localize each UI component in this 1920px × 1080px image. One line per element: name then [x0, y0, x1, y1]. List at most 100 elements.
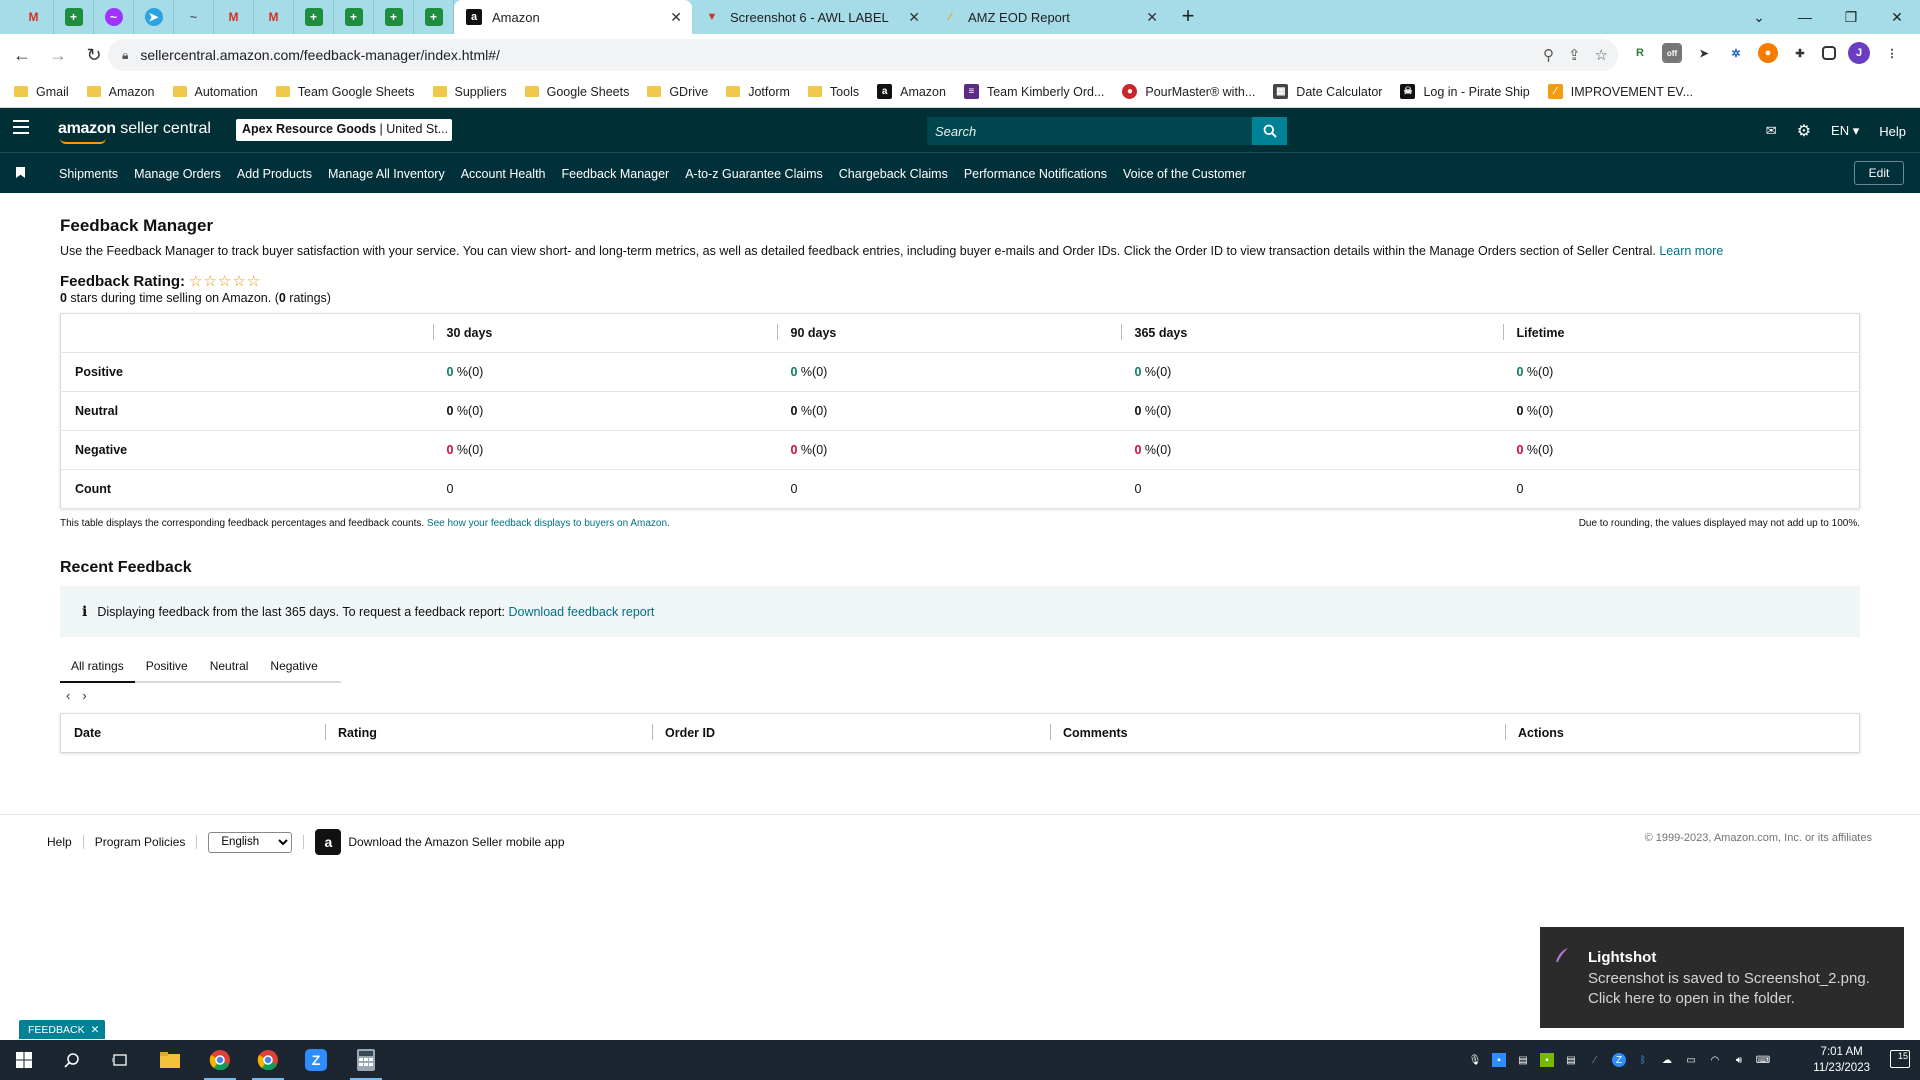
nav-a-to-z-claims[interactable]: A-to-z Guarantee Claims	[685, 167, 823, 181]
seller-central-logo[interactable]: amazon seller central	[58, 120, 211, 144]
pinned-tab-messenger[interactable]: ~	[94, 0, 134, 34]
bookmark-date-calculator[interactable]: ▦ Date Calculator	[1273, 84, 1382, 99]
task-view-icon[interactable]	[96, 1040, 144, 1080]
pinned-tab-sheets-3[interactable]: +	[334, 0, 374, 34]
language-select[interactable]: English	[208, 831, 293, 853]
nvidia-icon[interactable]: ▪	[1540, 1053, 1554, 1067]
bookmark-tools[interactable]: Tools	[807, 85, 859, 99]
tab-negative[interactable]: Negative	[259, 652, 328, 681]
nav-account-health[interactable]: Account Health	[461, 167, 546, 181]
mail-icon[interactable]: ✉	[1766, 123, 1777, 139]
share-icon[interactable]: ⇪	[1568, 46, 1581, 64]
extension-keepa-icon[interactable]: R	[1630, 43, 1650, 63]
bookmark-amazon-site[interactable]: a Amazon	[877, 84, 946, 99]
restore-icon[interactable]: ❐	[1828, 0, 1874, 34]
extension-blue-icon[interactable]: ✲	[1726, 43, 1746, 63]
keyboard-icon[interactable]: ⌨	[1756, 1053, 1770, 1067]
star-icon[interactable]: ☆	[1595, 46, 1608, 64]
tab-positive[interactable]: Positive	[135, 652, 199, 681]
pinned-tab-generic[interactable]: ~	[174, 0, 214, 34]
tray-app-icon[interactable]: ▤	[1516, 1053, 1530, 1067]
pinned-tab-telegram[interactable]: ➤	[134, 0, 174, 34]
column-rating[interactable]: Rating	[325, 724, 652, 740]
nav-feedback-manager[interactable]: Feedback Manager	[562, 167, 670, 181]
tab-eod-report[interactable]: ⁄ AMZ EOD Report ✕	[930, 0, 1168, 34]
close-icon[interactable]: ✕	[670, 9, 682, 26]
close-window-icon[interactable]: ✕	[1874, 0, 1920, 34]
windows-start-icon[interactable]	[0, 1040, 48, 1080]
nav-chargeback-claims[interactable]: Chargeback Claims	[839, 167, 948, 181]
account-switcher[interactable]: Apex Resource Goods | United St...	[236, 119, 452, 141]
bookmark-amazon-folder[interactable]: Amazon	[86, 85, 155, 99]
column-date[interactable]: Date	[61, 726, 325, 740]
extension-cursor-icon[interactable]: ➤	[1694, 43, 1714, 63]
wifi-icon[interactable]: ◠	[1708, 1053, 1722, 1067]
column-comments[interactable]: Comments	[1050, 724, 1505, 740]
bookmark-pourmaster[interactable]: ● PourMaster® with...	[1122, 84, 1255, 99]
zoom-tray-icon[interactable]: Z	[1612, 1053, 1626, 1067]
extension-off-icon[interactable]: off	[1662, 43, 1682, 63]
extension-orange-icon[interactable]: ●	[1758, 43, 1778, 63]
bookmark-improvement[interactable]: ⁄ IMPROVEMENT EV...	[1547, 84, 1693, 99]
column-actions[interactable]: Actions	[1505, 724, 1805, 740]
program-policies-link[interactable]: Program Policies	[95, 835, 186, 849]
profile-avatar[interactable]: J	[1848, 42, 1870, 64]
language-selector[interactable]: EN ▾	[1831, 123, 1859, 139]
pinned-tab-sheets-4[interactable]: +	[374, 0, 414, 34]
chevron-right-icon[interactable]: ›	[82, 688, 86, 703]
help-link[interactable]: Help	[1879, 124, 1906, 139]
nav-manage-orders[interactable]: Manage Orders	[134, 167, 221, 181]
tab-search-icon[interactable]: ⌄	[1736, 0, 1782, 34]
extensions-puzzle-icon[interactable]: ✚	[1790, 43, 1810, 63]
pinned-tab-gmail-3[interactable]: M	[254, 0, 294, 34]
column-order-id[interactable]: Order ID	[652, 724, 1050, 740]
bookmark-pirate-ship[interactable]: ☠ Log in - Pirate Ship	[1400, 84, 1530, 99]
tab-amazon[interactable]: a Amazon ✕	[454, 0, 692, 34]
lightshot-tray-icon[interactable]: ⁄	[1588, 1053, 1602, 1067]
edit-nav-button[interactable]: Edit	[1854, 161, 1904, 185]
footer-help-link[interactable]: Help	[47, 835, 72, 849]
nav-performance-notifications[interactable]: Performance Notifications	[964, 167, 1107, 181]
chevron-left-icon[interactable]: ‹	[66, 688, 70, 703]
hamburger-menu-icon[interactable]	[13, 120, 29, 134]
file-explorer-icon[interactable]	[146, 1040, 194, 1080]
bookmark-jotform[interactable]: Jotform	[726, 85, 790, 99]
tray-app-icon[interactable]: ▤	[1564, 1053, 1578, 1067]
bookmark-icon[interactable]	[16, 167, 25, 178]
nav-shipments[interactable]: Shipments	[59, 167, 118, 181]
tab-all-ratings[interactable]: All ratings	[60, 652, 135, 683]
feedback-widget-button[interactable]: FEEDBACK ✕	[19, 1020, 106, 1039]
lightshot-notification[interactable]: Lightshot Screenshot is saved to Screens…	[1540, 927, 1904, 1028]
sidepanel-icon[interactable]	[1822, 46, 1836, 60]
chrome-profile-taskbar-icon[interactable]	[244, 1040, 292, 1080]
bookmark-google-sheets[interactable]: Google Sheets	[524, 85, 629, 99]
nav-manage-all-inventory[interactable]: Manage All Inventory	[328, 167, 445, 181]
bookmark-suppliers[interactable]: Suppliers	[432, 85, 507, 99]
new-tab-button[interactable]: +	[1168, 0, 1208, 34]
settings-gear-icon[interactable]: ⚙	[1797, 121, 1811, 141]
tray-app-icon[interactable]: ▭	[1684, 1053, 1698, 1067]
minimize-icon[interactable]: —	[1782, 0, 1828, 34]
zoom-taskbar-icon[interactable]: Z	[292, 1040, 340, 1080]
pinned-tab-sheets-5[interactable]: +	[414, 0, 454, 34]
calculator-taskbar-icon[interactable]	[342, 1040, 390, 1080]
bookmark-gdrive[interactable]: GDrive	[647, 85, 708, 99]
nav-voice-of-customer[interactable]: Voice of the Customer	[1123, 167, 1246, 181]
search-button[interactable]	[1252, 117, 1287, 145]
volume-icon[interactable]: 🔊︎	[1732, 1053, 1746, 1067]
notification-center-icon[interactable]: 15	[1890, 1050, 1910, 1068]
close-icon[interactable]: ✕	[908, 9, 920, 26]
taskbar-search-icon[interactable]	[48, 1040, 96, 1080]
zoom-icon[interactable]: ⚲	[1543, 46, 1554, 64]
download-app-link[interactable]: Download the Amazon Seller mobile app	[348, 835, 564, 849]
system-clock[interactable]: 7:01 AM 11/23/2023	[1813, 1044, 1870, 1076]
tab-screenshot[interactable]: ▼ Screenshot 6 - AWL LABEL ✕	[692, 0, 930, 34]
pinned-tab-gmail[interactable]: M	[14, 0, 54, 34]
bookmark-gmail[interactable]: Gmail	[14, 85, 69, 99]
microphone-icon[interactable]: 🎙︎	[1468, 1053, 1482, 1067]
back-arrow-icon[interactable]: ←	[8, 45, 36, 66]
pinned-tab-sheets-2[interactable]: +	[294, 0, 334, 34]
learn-more-link[interactable]: Learn more	[1659, 244, 1723, 258]
reload-icon[interactable]: ↻	[80, 45, 108, 66]
bookmark-automation[interactable]: Automation	[172, 85, 258, 99]
